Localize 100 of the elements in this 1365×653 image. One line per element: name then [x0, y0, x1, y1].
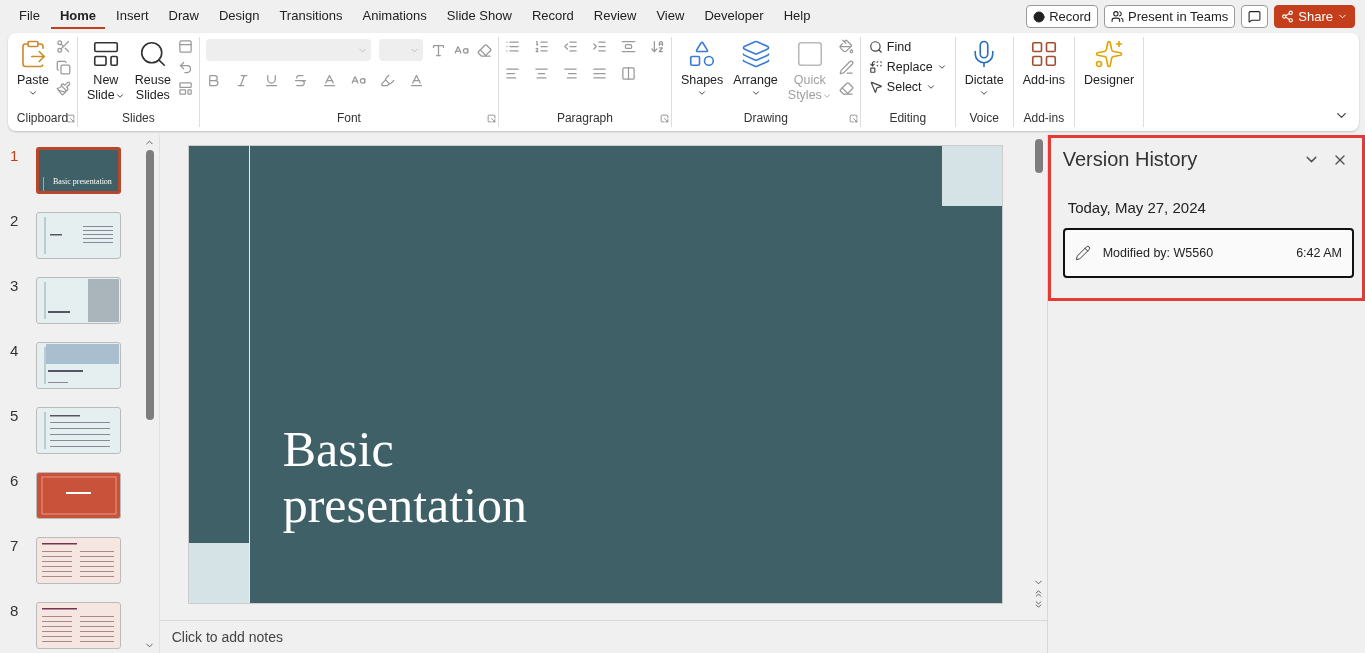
scrollbar-thumb[interactable]	[1034, 139, 1043, 173]
dialog-launcher-icon[interactable]	[848, 114, 858, 123]
highlighter-icon[interactable]	[379, 73, 395, 88]
version-author: Modified by: W5560	[1102, 246, 1215, 260]
ribbon-button[interactable]: Reuse Slides	[131, 37, 174, 105]
bullets-icon[interactable]	[504, 39, 520, 54]
ribbon-button[interactable]: Paste	[14, 37, 52, 100]
ribbon-button[interactable]: New Slide	[83, 37, 128, 105]
menu-tab[interactable]: Developer	[695, 4, 773, 29]
people-icon	[1111, 10, 1125, 23]
underline-icon[interactable]	[263, 73, 279, 88]
group-label: Voice	[969, 111, 999, 127]
slide-number: 7	[10, 537, 20, 556]
dialog-launcher-icon[interactable]	[659, 114, 669, 123]
font-color-icon[interactable]	[408, 73, 424, 88]
menu-tab[interactable]: Slide Show	[437, 4, 521, 29]
menu-tab[interactable]: Draw	[159, 4, 208, 29]
slide-number: 8	[10, 602, 20, 621]
menu-tab[interactable]: Home	[50, 4, 106, 29]
menu-tab[interactable]: File	[10, 4, 49, 29]
group-label: Slides	[122, 111, 155, 127]
ribbon-button[interactable]: Arrange	[730, 37, 781, 100]
ribbon-button[interactable]: Dictate	[961, 37, 1007, 100]
menu-tab[interactable]: Review	[584, 4, 646, 29]
slide-number: 1	[10, 147, 20, 166]
pencil-icon	[1074, 245, 1091, 261]
menu-tab[interactable]: Record	[522, 4, 583, 29]
thumbnail-title: Basic presentation	[43, 177, 112, 191]
strikethrough-icon[interactable]	[292, 73, 308, 88]
slide-number: 4	[10, 342, 20, 361]
ribbon-button[interactable]: Find	[866, 39, 949, 55]
menu-tab[interactable]: View	[647, 4, 694, 29]
menu-tab[interactable]: Animations	[353, 4, 436, 29]
grow-font-icon[interactable]	[430, 42, 446, 58]
font-size-field[interactable]	[378, 39, 423, 61]
italic-icon[interactable]	[234, 73, 250, 88]
group-label: Add-ins	[1023, 111, 1065, 127]
align-left-icon[interactable]	[504, 66, 520, 81]
slide-canvas[interactable]: Basic presentation	[187, 145, 1003, 604]
numbering-icon[interactable]	[533, 39, 549, 54]
ribbon-button[interactable]: Shapes	[677, 37, 727, 100]
justify-icon[interactable]	[591, 66, 607, 81]
layers-icon	[740, 39, 771, 69]
fill-icon[interactable]	[838, 39, 854, 54]
paintbrush-icon[interactable]	[55, 81, 71, 96]
pointer-icon	[868, 80, 883, 94]
ribbon-button[interactable]: Replace	[866, 59, 949, 75]
corner-block	[941, 146, 1002, 206]
scrollbar-thumb[interactable]	[145, 150, 154, 420]
version-date: Today, May 27, 2024	[1067, 199, 1207, 216]
menu-tab[interactable]: Help	[774, 4, 820, 29]
copy-icon[interactable]	[55, 60, 71, 75]
share-icon	[1281, 10, 1295, 23]
text-direction-icon[interactable]	[649, 39, 665, 54]
record-icon	[1033, 10, 1046, 23]
panel-title: Version History	[1062, 148, 1199, 171]
group-label: Font	[336, 111, 361, 127]
ribbon-button[interactable]: Select	[866, 79, 949, 95]
slide-title[interactable]: Basic presentation	[282, 421, 603, 533]
slide-number: 3	[10, 277, 20, 296]
notes-field[interactable]: Click to add notes	[159, 620, 1047, 653]
menu-tab[interactable]: Transitions	[270, 4, 352, 29]
comment-icon	[1248, 10, 1262, 23]
group-label: Paragraph	[556, 111, 613, 127]
group-label: Drawing	[743, 111, 788, 127]
version-entry[interactable]: Modified by: W5560 6:42 AM	[1062, 228, 1354, 278]
columns-icon[interactable]	[620, 66, 636, 81]
share-button[interactable]: Share	[1274, 5, 1355, 28]
layout-icon[interactable]	[177, 39, 193, 54]
section-icon[interactable]	[177, 81, 193, 96]
comments-button[interactable]	[1241, 5, 1269, 28]
eraser-icon[interactable]	[476, 42, 492, 58]
slide-number: 2	[10, 212, 20, 231]
line-spacing-icon[interactable]	[620, 39, 636, 54]
dialog-launcher-icon[interactable]	[486, 114, 496, 123]
slide-number: 5	[10, 407, 20, 426]
effects-icon[interactable]	[838, 81, 854, 96]
replace-icon	[868, 60, 883, 74]
ribbon-button[interactable]: Designer	[1081, 37, 1138, 90]
search-icon	[868, 40, 883, 54]
outline-icon[interactable]	[838, 60, 854, 75]
font-name-field[interactable]	[205, 39, 371, 61]
group-label: Editing	[889, 111, 927, 127]
align-right-icon[interactable]	[562, 66, 578, 81]
slide-thumbnail[interactable]: Basic presentation	[36, 147, 121, 194]
corner-block	[188, 543, 249, 603]
sparkles-icon	[1094, 39, 1125, 69]
present-in-teams-button[interactable]: Present in Teams	[1104, 5, 1236, 28]
slide-number: 6	[10, 472, 20, 491]
reset-icon[interactable]	[177, 60, 193, 75]
menu-tab[interactable]: Design	[209, 4, 269, 29]
menu-tab[interactable]: Insert	[107, 4, 158, 29]
scissors-icon[interactable]	[55, 39, 71, 54]
decrease-indent-icon[interactable]	[562, 39, 578, 54]
group-label: Clipboard	[16, 111, 69, 127]
increase-indent-icon[interactable]	[591, 39, 607, 54]
align-center-icon[interactable]	[533, 66, 549, 81]
record-button[interactable]: Record	[1026, 5, 1099, 28]
ribbon-button[interactable]: Add-ins	[1019, 37, 1068, 90]
spacing-icon[interactable]	[321, 73, 337, 88]
